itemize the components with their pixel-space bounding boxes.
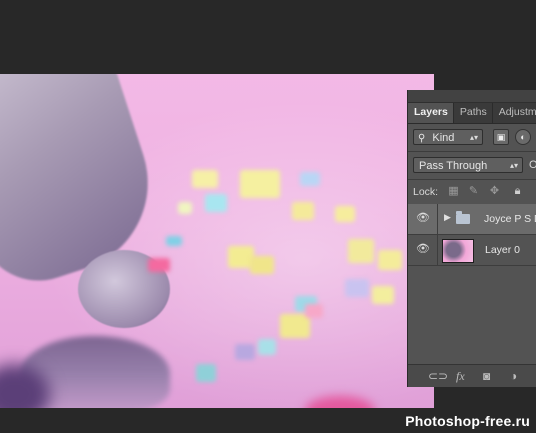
confetti [196, 364, 216, 382]
filter-kind-label: Kind [432, 132, 455, 144]
confetti [235, 344, 255, 360]
link-layers-icon[interactable]: ⊂⊃ [428, 369, 448, 383]
expand-triangle-icon[interactable]: ▶ [444, 212, 451, 223]
confetti [148, 258, 170, 272]
tab-adjustments[interactable]: Adjustme [493, 103, 536, 123]
lock-image-pixels-icon[interactable]: ✎ [467, 185, 480, 198]
confetti [192, 170, 218, 188]
eye-icon[interactable]: 👁︎ [416, 213, 430, 224]
lock-transparent-pixels-icon[interactable]: ▦ [447, 185, 460, 198]
confetti [335, 206, 355, 222]
tab-layers[interactable]: Layers [408, 103, 454, 123]
confetti [372, 286, 394, 304]
opacity-label: O [529, 159, 536, 171]
fx-icon[interactable]: fx [456, 369, 465, 384]
layer-thumbnail[interactable] [442, 239, 474, 263]
stepper-arrows-icon: ▴▾ [469, 133, 478, 142]
watermark: Photoshop-free.ru [405, 413, 530, 429]
blend-mode-label: Pass Through [419, 160, 488, 172]
filter-kind-dropdown[interactable]: ⚲ Kind ▴▾ [413, 129, 483, 145]
stepper-arrows-icon: ▴▾ [509, 161, 518, 170]
filter-adjustment-layers-icon[interactable]: ◐ [515, 129, 531, 145]
search-icon: ⚲ [418, 133, 426, 144]
adjustment-layer-icon[interactable]: ◑ [510, 369, 517, 383]
confetti [258, 339, 276, 355]
panel-tab-bar: Layers Paths Adjustme [408, 103, 536, 124]
blend-row: Pass Through ▴▾ O [408, 152, 536, 179]
add-mask-icon[interactable]: ◙ [483, 369, 490, 383]
confetti [178, 202, 192, 214]
confetti [240, 170, 280, 198]
confetti [250, 256, 274, 274]
panel-bottom-toolbar: ⊂⊃ fx ◙ ◑ [408, 364, 536, 387]
folder-icon [456, 211, 470, 224]
layer-name[interactable]: Joyce P S D [484, 213, 536, 225]
lock-all-icon[interactable]: 🔒︎ [511, 185, 524, 198]
panel-header-strip[interactable] [408, 90, 536, 103]
pink-blur-shape [305, 396, 375, 408]
confetti [348, 239, 374, 263]
layer-row-image[interactable]: 👁︎ Layer 0 [408, 235, 536, 266]
filter-pixel-layers-icon[interactable]: ▣ [493, 129, 509, 145]
blend-mode-dropdown[interactable]: Pass Through ▴▾ [413, 157, 523, 173]
lock-label: Lock: [413, 186, 439, 198]
lock-position-icon[interactable]: ✥ [488, 185, 501, 198]
confetti [166, 236, 182, 246]
confetti [305, 304, 323, 318]
document-canvas[interactable] [0, 74, 434, 408]
confetti [345, 279, 369, 297]
confetti [205, 194, 227, 212]
eye-icon[interactable]: 👁︎ [416, 244, 430, 255]
filter-row: ⚲ Kind ▴▾ ▣ ◐ [408, 124, 536, 151]
confetti [300, 172, 320, 186]
layer-row-group[interactable]: 👁︎ ▶ Joyce P S D [408, 204, 536, 235]
tab-paths[interactable]: Paths [454, 103, 493, 123]
layers-panel: Layers Paths Adjustme ⚲ Kind ▴▾ ▣ ◐ Pass… [407, 90, 536, 387]
lock-row: Lock: ▦ ✎ ✥ 🔒︎ [408, 180, 536, 204]
confetti [292, 202, 314, 220]
layer-name[interactable]: Layer 0 [485, 244, 520, 256]
divider [437, 235, 438, 265]
divider [437, 204, 438, 234]
confetti [378, 250, 402, 270]
